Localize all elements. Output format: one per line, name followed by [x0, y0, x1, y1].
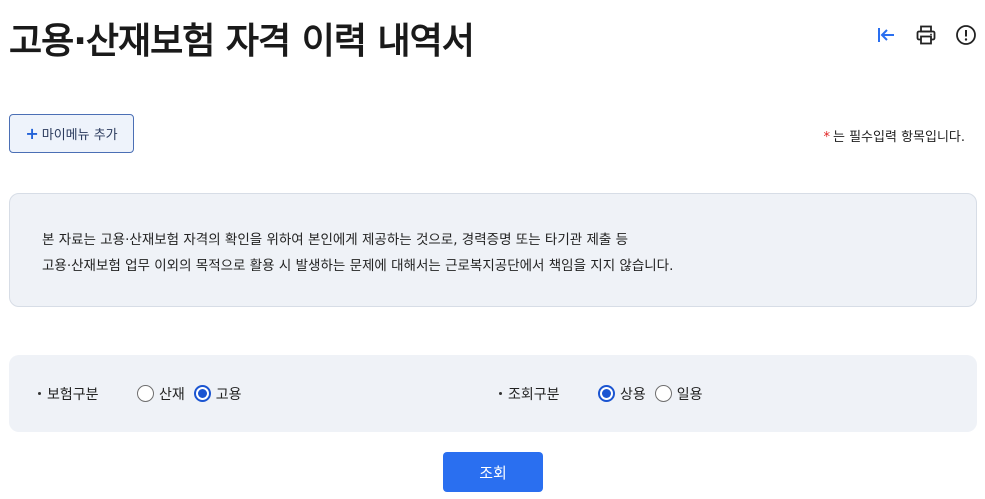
radio-button[interactable]: [193, 385, 211, 402]
radio-option-employment[interactable]: 고용: [193, 384, 242, 404]
notice-line-2: 고용·산재보험 업무 이외의 목적으로 활용 시 발생하는 문제에 대해서는 근…: [42, 258, 674, 274]
radio-label: 일용: [676, 386, 703, 403]
radio-option-daily[interactable]: 일용: [654, 384, 703, 404]
printer-icon[interactable]: [915, 24, 937, 46]
radio-button[interactable]: [654, 385, 672, 402]
search-filter-panel: 보험구분 산재 고용 조회구분 상용 일용: [9, 355, 977, 432]
add-my-menu-button[interactable]: + 마이메뉴 추가: [9, 114, 134, 153]
insurance-type-label: 보험구분: [38, 384, 137, 404]
radio-button[interactable]: [598, 385, 615, 402]
radio-button[interactable]: [137, 385, 154, 402]
inquiry-type-group: 조회구분 상용 일용: [499, 355, 712, 432]
notice-line-1: 본 자료는 고용·산재보험 자격의 확인을 위하여 본인에게 제공하는 것으로,…: [42, 232, 629, 248]
collapse-left-icon[interactable]: [875, 24, 897, 46]
plus-icon: +: [25, 123, 39, 143]
required-field-note: * 는 필수입력 항목입니다.: [824, 126, 966, 145]
insurance-type-group: 보험구분 산재 고용: [38, 355, 251, 432]
radio-option-industrial-accident[interactable]: 산재: [137, 384, 185, 404]
radio-label: 상용: [620, 386, 646, 403]
notice-box: 본 자료는 고용·산재보험 자격의 확인을 위하여 본인에게 제공하는 것으로,…: [9, 193, 977, 307]
inquiry-type-label-text: 조회구분: [508, 386, 560, 403]
required-note-text: 는 필수입력 항목입니다.: [833, 130, 965, 145]
radio-label: 산재: [159, 386, 185, 403]
insurance-type-label-text: 보험구분: [47, 386, 99, 403]
add-my-menu-label: 마이메뉴 추가: [41, 128, 118, 143]
info-icon[interactable]: [955, 24, 977, 46]
bullet-dot: [499, 392, 502, 395]
page-toolbar: [875, 24, 977, 46]
radio-label: 고용: [215, 386, 242, 403]
page-title: 고용·산재보험 자격 이력 내역서: [9, 21, 475, 62]
required-star: *: [823, 130, 831, 145]
search-button[interactable]: 조회: [443, 452, 543, 492]
bullet-dot: [38, 392, 41, 395]
radio-option-regular[interactable]: 상용: [598, 384, 646, 404]
inquiry-type-label: 조회구분: [499, 384, 598, 404]
